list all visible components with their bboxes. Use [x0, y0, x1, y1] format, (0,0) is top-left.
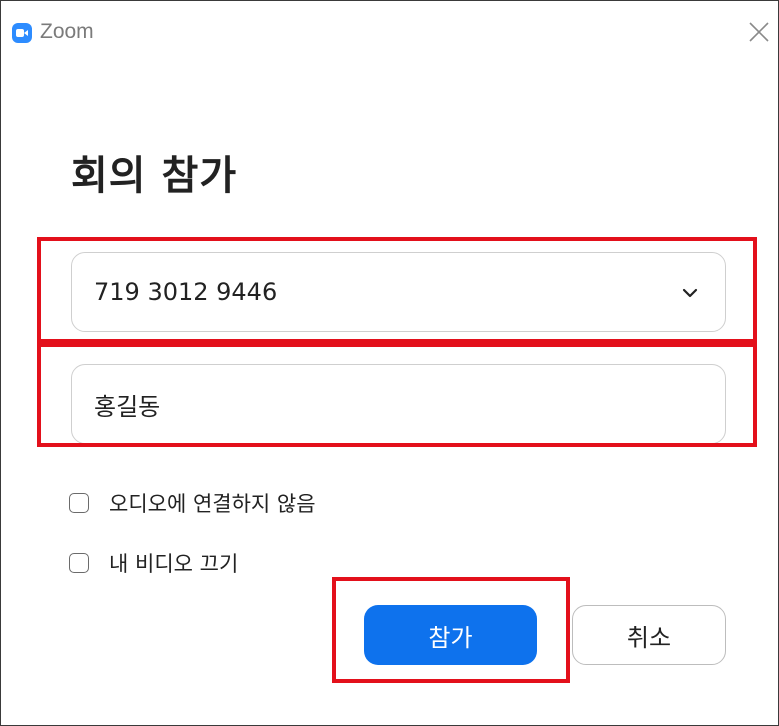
join-button[interactable]: 참가 [364, 605, 537, 665]
option-video-off[interactable]: 내 비디오 끄기 [69, 548, 238, 578]
close-icon[interactable] [746, 19, 772, 45]
meeting-id-value: 719 3012 9446 [94, 278, 278, 306]
zoom-join-dialog: Zoom 회의 참가 719 3012 9446 홍길동 오디오에 연결하지 않… [0, 0, 779, 726]
title-bar: Zoom [1, 1, 778, 61]
name-input[interactable]: 홍길동 [71, 364, 726, 444]
no-audio-checkbox[interactable] [69, 493, 89, 513]
video-off-label: 내 비디오 끄기 [109, 552, 239, 576]
no-audio-label: 오디오에 연결하지 않음 [109, 492, 316, 516]
window-title: Zoom [40, 20, 94, 43]
meeting-id-dropdown[interactable]: 719 3012 9446 [71, 252, 726, 332]
chevron-down-icon[interactable] [681, 284, 699, 302]
option-no-audio[interactable]: 오디오에 연결하지 않음 [69, 488, 316, 518]
cancel-button[interactable]: 취소 [572, 605, 726, 665]
name-value: 홍길동 [94, 392, 161, 421]
zoom-logo-icon [12, 23, 32, 43]
video-off-checkbox[interactable] [69, 553, 89, 573]
page-title: 회의 참가 [71, 153, 238, 199]
